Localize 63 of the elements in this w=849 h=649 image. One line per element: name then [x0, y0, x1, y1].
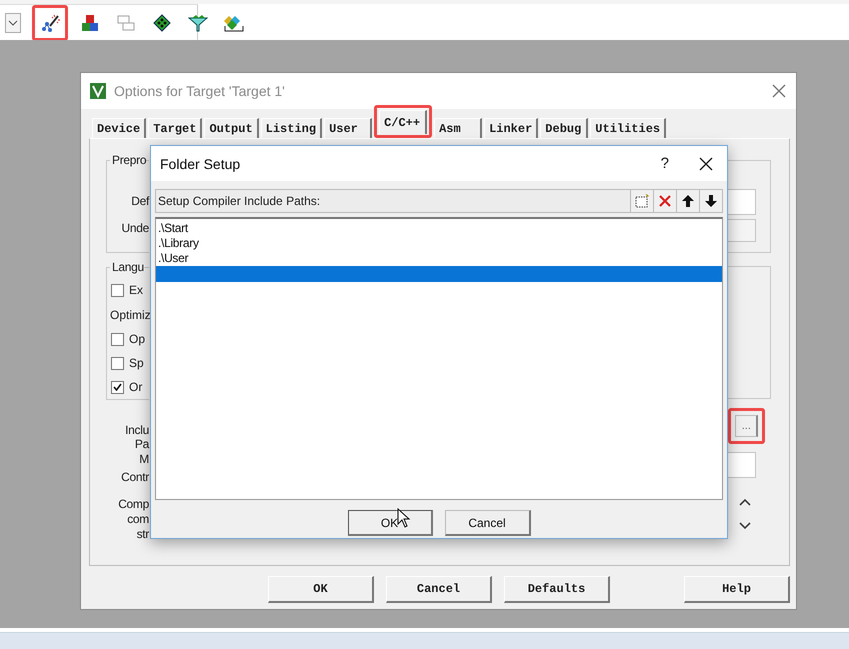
dialog-title: Folder Setup	[160, 156, 242, 172]
chevron-down-icon	[8, 20, 18, 26]
field-label: Inclu	[125, 423, 149, 437]
field-label: Pa	[134, 437, 149, 451]
field-label: Contr	[121, 470, 149, 484]
new-folder-icon	[635, 194, 649, 208]
text-field[interactable]	[726, 219, 756, 242]
field-label: Unde	[122, 221, 149, 235]
checkbox-label: Op	[129, 332, 146, 346]
tab[interactable]: Asm	[434, 118, 482, 138]
new-folder-button[interactable]	[630, 190, 653, 212]
mouse-cursor-icon	[397, 508, 411, 528]
checkbox[interactable]	[111, 284, 124, 296]
field-label: M	[139, 452, 149, 466]
dialog-button[interactable]: OK	[268, 576, 374, 603]
field-label: com	[127, 512, 149, 526]
arrow-down-icon	[704, 194, 718, 208]
checkbox[interactable]	[111, 356, 124, 370]
tab[interactable]: Device	[92, 118, 146, 138]
delete-icon	[658, 194, 672, 208]
section-label: Optimiz	[109, 308, 149, 322]
checkbox-label: Ex	[129, 283, 144, 297]
text-field[interactable]	[726, 452, 756, 478]
checkbox-label: Sp	[129, 356, 144, 370]
checkbox[interactable]	[111, 380, 124, 394]
tab[interactable]: Target	[148, 118, 202, 138]
dialog-button[interactable]: Cancel	[444, 510, 530, 536]
delete-button[interactable]	[653, 190, 676, 212]
tab[interactable]: Output	[204, 118, 259, 138]
diamond-icon[interactable]	[151, 12, 173, 34]
checkbox[interactable]	[111, 332, 124, 346]
arrow-up-icon	[681, 194, 695, 208]
move-up-button[interactable]	[676, 190, 699, 212]
browse-button[interactable]: ...	[735, 415, 758, 437]
app-logo-icon	[90, 83, 106, 99]
list-item[interactable]: .\User	[156, 251, 722, 266]
dropdown-button[interactable]	[5, 12, 21, 32]
move-down-button[interactable]	[699, 190, 722, 212]
field-label: str	[136, 527, 149, 541]
window-title: Options for Target 'Target 1'	[114, 83, 286, 99]
tab[interactable]: Utilities	[590, 118, 666, 138]
tab[interactable]: C/C++	[379, 110, 428, 134]
tab[interactable]: Debug	[540, 118, 588, 138]
tab[interactable]: Linker	[484, 118, 538, 138]
tab[interactable]: User	[324, 118, 372, 138]
dialog-button[interactable]: OK	[348, 510, 432, 536]
group-title: Prepro	[110, 153, 146, 167]
list-item[interactable]: .\Library	[156, 236, 722, 251]
list-item[interactable]: .\Start	[156, 221, 722, 236]
group-title: Langu	[110, 260, 144, 274]
dialog-button[interactable]: Help	[684, 576, 790, 603]
dialog-button[interactable]: Defaults	[504, 576, 610, 603]
field-label: Comp	[118, 497, 149, 511]
tab[interactable]: Listing	[260, 118, 322, 138]
checkbox-label: Or	[129, 380, 142, 394]
header-label: Setup Compiler Include Paths:	[158, 194, 322, 208]
dialog-button[interactable]: Cancel	[386, 576, 492, 603]
scroll-up-icon[interactable]	[739, 498, 752, 506]
text-field[interactable]	[726, 189, 756, 215]
scroll-down-icon[interactable]	[739, 522, 752, 530]
close-icon[interactable]	[699, 156, 713, 170]
field-label: Def	[131, 194, 149, 208]
help-button[interactable]: ?	[660, 155, 669, 172]
